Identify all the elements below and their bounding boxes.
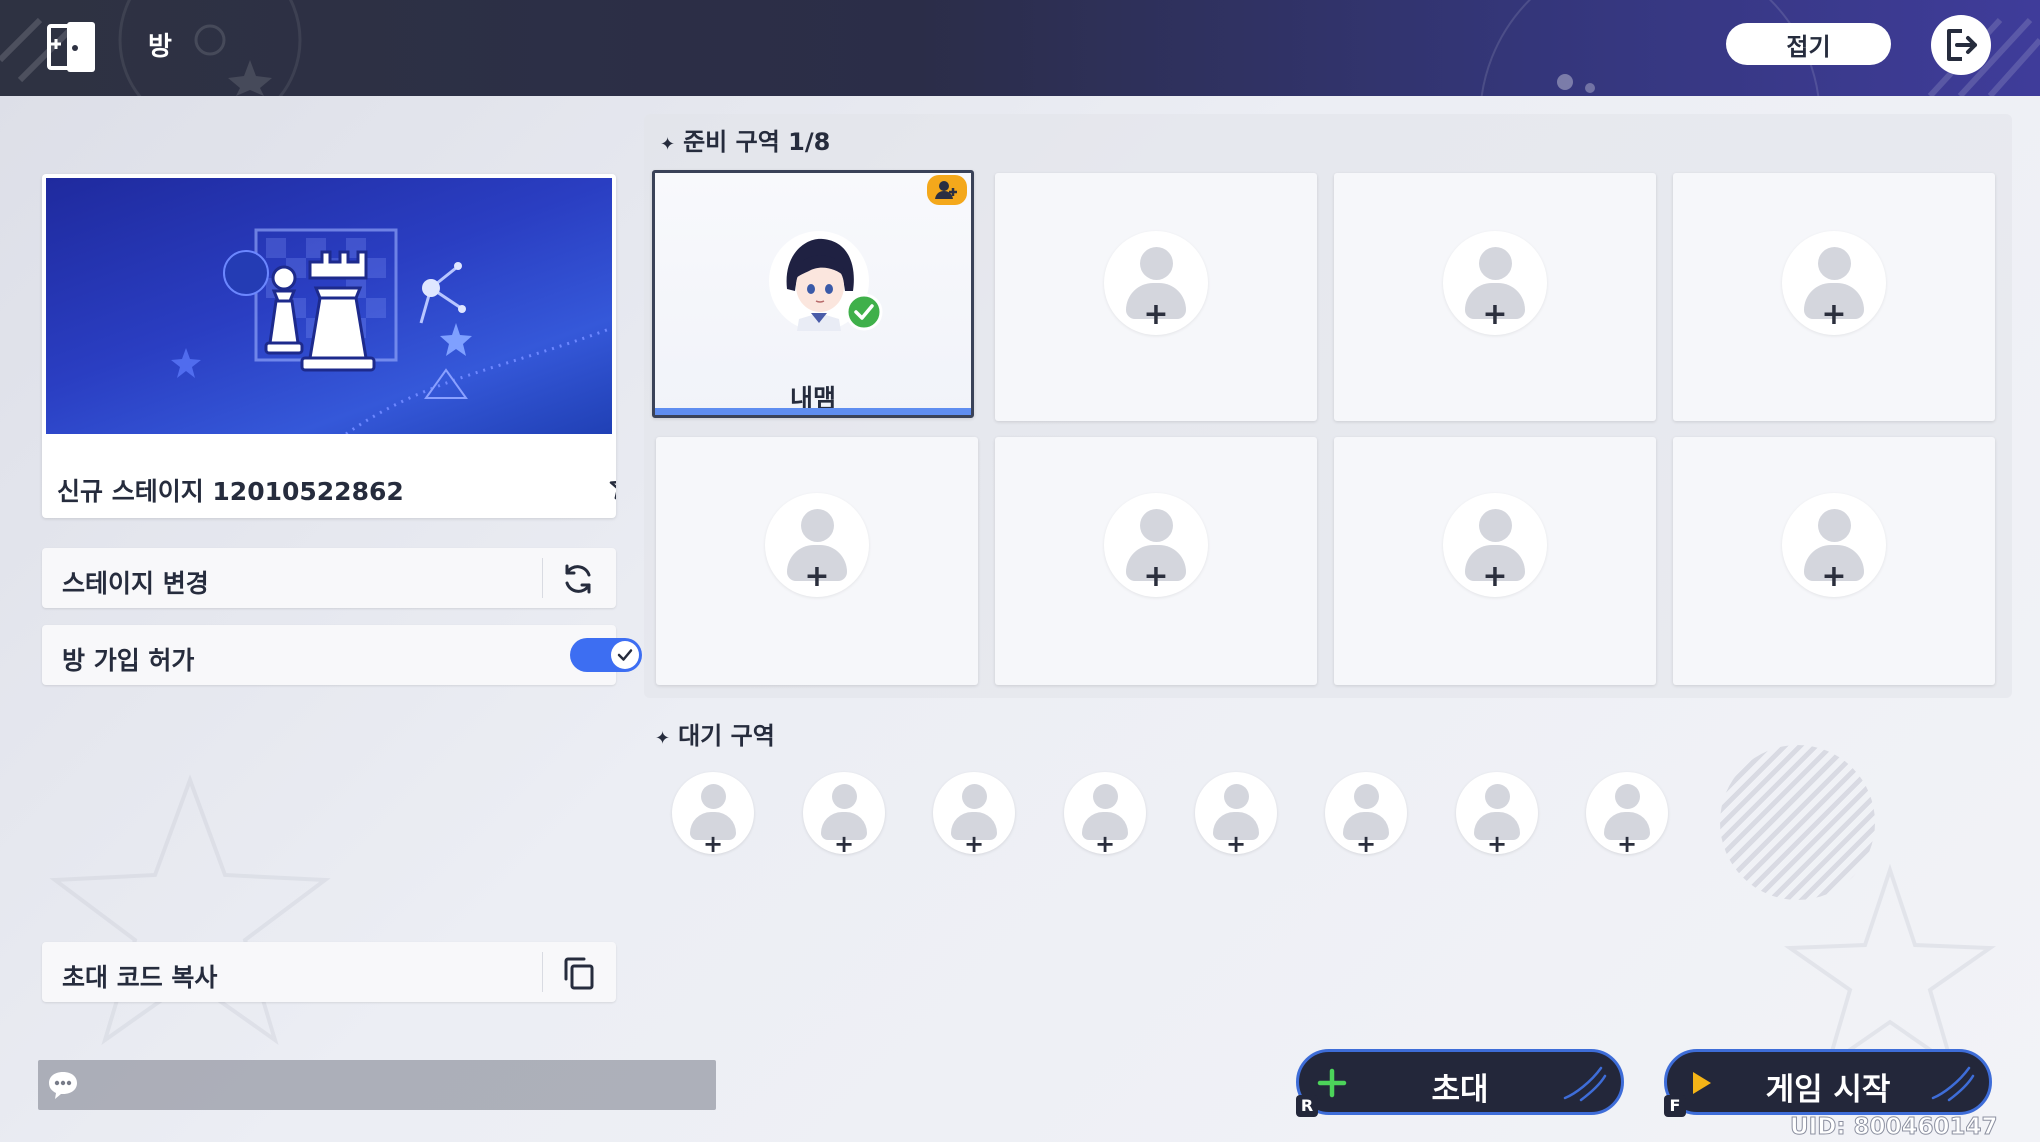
ready-area-title: ✦ 준비 구역 1/8 xyxy=(660,122,830,157)
copy-icon[interactable] xyxy=(560,955,596,991)
background-pattern-circle xyxy=(1720,745,1875,900)
waiting-slot[interactable]: + xyxy=(672,772,754,858)
add-player-placeholder: + xyxy=(1443,493,1547,597)
waiting-slot[interactable]: + xyxy=(1195,772,1277,858)
swoosh-decoration xyxy=(1563,1066,1607,1102)
waiting-slot[interactable]: + xyxy=(1456,772,1538,858)
swoosh-decoration xyxy=(1931,1066,1975,1102)
plus-icon: + xyxy=(1482,559,1508,594)
invite-button[interactable]: 초대 R xyxy=(1296,1049,1624,1117)
copy-invite-code-row[interactable]: 초대 코드 복사 xyxy=(42,942,616,1002)
room-door-icon xyxy=(47,22,95,72)
plus-icon: + xyxy=(1355,830,1377,858)
plus-icon: + xyxy=(1143,297,1169,332)
ready-area-title-text: 준비 구역 1/8 xyxy=(683,128,831,156)
player-slot-highlight xyxy=(655,408,971,415)
ready-slot-player[interactable]: 내맴 xyxy=(652,170,974,418)
start-game-hotkey: F xyxy=(1664,1095,1686,1117)
allow-join-label: 방 가입 허가 xyxy=(62,646,195,675)
waiting-slot[interactable]: + xyxy=(933,772,1015,858)
toggle-knob xyxy=(611,641,639,669)
stage-card[interactable]: 신규 스테이지 12010522862 xyxy=(42,174,616,518)
waiting-slot[interactable]: + xyxy=(1586,772,1668,858)
ready-slot-empty[interactable]: + xyxy=(1673,173,1995,421)
waiting-area-title-text: 대기 구역 xyxy=(678,722,775,750)
page-title: 방 xyxy=(148,32,172,62)
add-player-placeholder: + xyxy=(1104,493,1208,597)
add-player-placeholder: + xyxy=(1104,231,1208,335)
plus-icon: + xyxy=(1821,559,1847,594)
plus-icon: + xyxy=(833,830,855,858)
host-icon xyxy=(935,181,957,199)
add-player-placeholder: + xyxy=(1443,231,1547,335)
exit-button[interactable] xyxy=(1931,15,1991,75)
ready-slot-empty[interactable]: + xyxy=(1334,437,1656,685)
ready-slot-empty[interactable]: + xyxy=(1334,173,1656,421)
change-stage-row[interactable]: 스테이지 변경 xyxy=(42,548,616,608)
allow-join-row: 방 가입 허가 xyxy=(42,625,642,685)
plus-icon: + xyxy=(702,830,724,858)
ready-slot-empty[interactable]: + xyxy=(995,173,1317,421)
refresh-icon[interactable] xyxy=(560,561,596,597)
plus-icon: + xyxy=(1094,830,1116,858)
waiting-slot[interactable]: + xyxy=(1325,772,1407,858)
check-icon xyxy=(617,649,633,661)
chat-bubble-icon[interactable] xyxy=(46,1068,80,1102)
sparkle-icon: ✦ xyxy=(660,134,676,155)
divider xyxy=(542,558,543,598)
plus-icon: + xyxy=(1482,297,1508,332)
ready-slot-empty[interactable]: + xyxy=(995,437,1317,685)
plus-icon: + xyxy=(1225,830,1247,858)
divider xyxy=(542,952,543,992)
top-bar: 방 접기 xyxy=(0,0,2040,96)
allow-join-toggle[interactable] xyxy=(570,638,642,672)
host-badge xyxy=(927,175,967,205)
change-stage-label: 스테이지 변경 xyxy=(62,569,209,598)
plus-icon: + xyxy=(1821,297,1847,332)
copy-invite-code-label: 초대 코드 복사 xyxy=(62,963,218,992)
ready-slot-empty[interactable]: + xyxy=(656,437,978,685)
background-star-decoration xyxy=(49,774,331,1045)
collapse-button[interactable]: 접기 xyxy=(1726,23,1891,65)
stage-thumbnail xyxy=(46,178,612,434)
sparkle-icon: ✦ xyxy=(655,728,671,749)
plus-icon: + xyxy=(1486,830,1508,858)
user-id-label: UID: 800460147 xyxy=(1790,1114,1999,1141)
add-player-placeholder: + xyxy=(1782,493,1886,597)
stage-name: 신규 스테이지 12010522862 xyxy=(57,477,404,506)
plus-icon: + xyxy=(1616,830,1638,858)
ready-slot-empty[interactable]: + xyxy=(1673,437,1995,685)
waiting-slot[interactable]: + xyxy=(803,772,885,858)
invite-hotkey: R xyxy=(1296,1095,1318,1117)
plus-icon: + xyxy=(963,830,985,858)
waiting-area-title: ✦ 대기 구역 xyxy=(655,716,775,751)
waiting-slot[interactable]: + xyxy=(1064,772,1146,858)
start-game-button[interactable]: 게임 시작 F xyxy=(1664,1049,1992,1117)
star-outline-icon[interactable] xyxy=(608,470,616,502)
chat-input-bar[interactable] xyxy=(38,1060,716,1110)
chess-illustration xyxy=(171,228,612,434)
add-player-placeholder: + xyxy=(765,493,869,597)
plus-icon: + xyxy=(804,559,830,594)
exit-icon xyxy=(1947,29,1977,61)
plus-icon: + xyxy=(1143,559,1169,594)
add-player-placeholder: + xyxy=(1782,231,1886,335)
ready-check-icon xyxy=(845,293,883,331)
